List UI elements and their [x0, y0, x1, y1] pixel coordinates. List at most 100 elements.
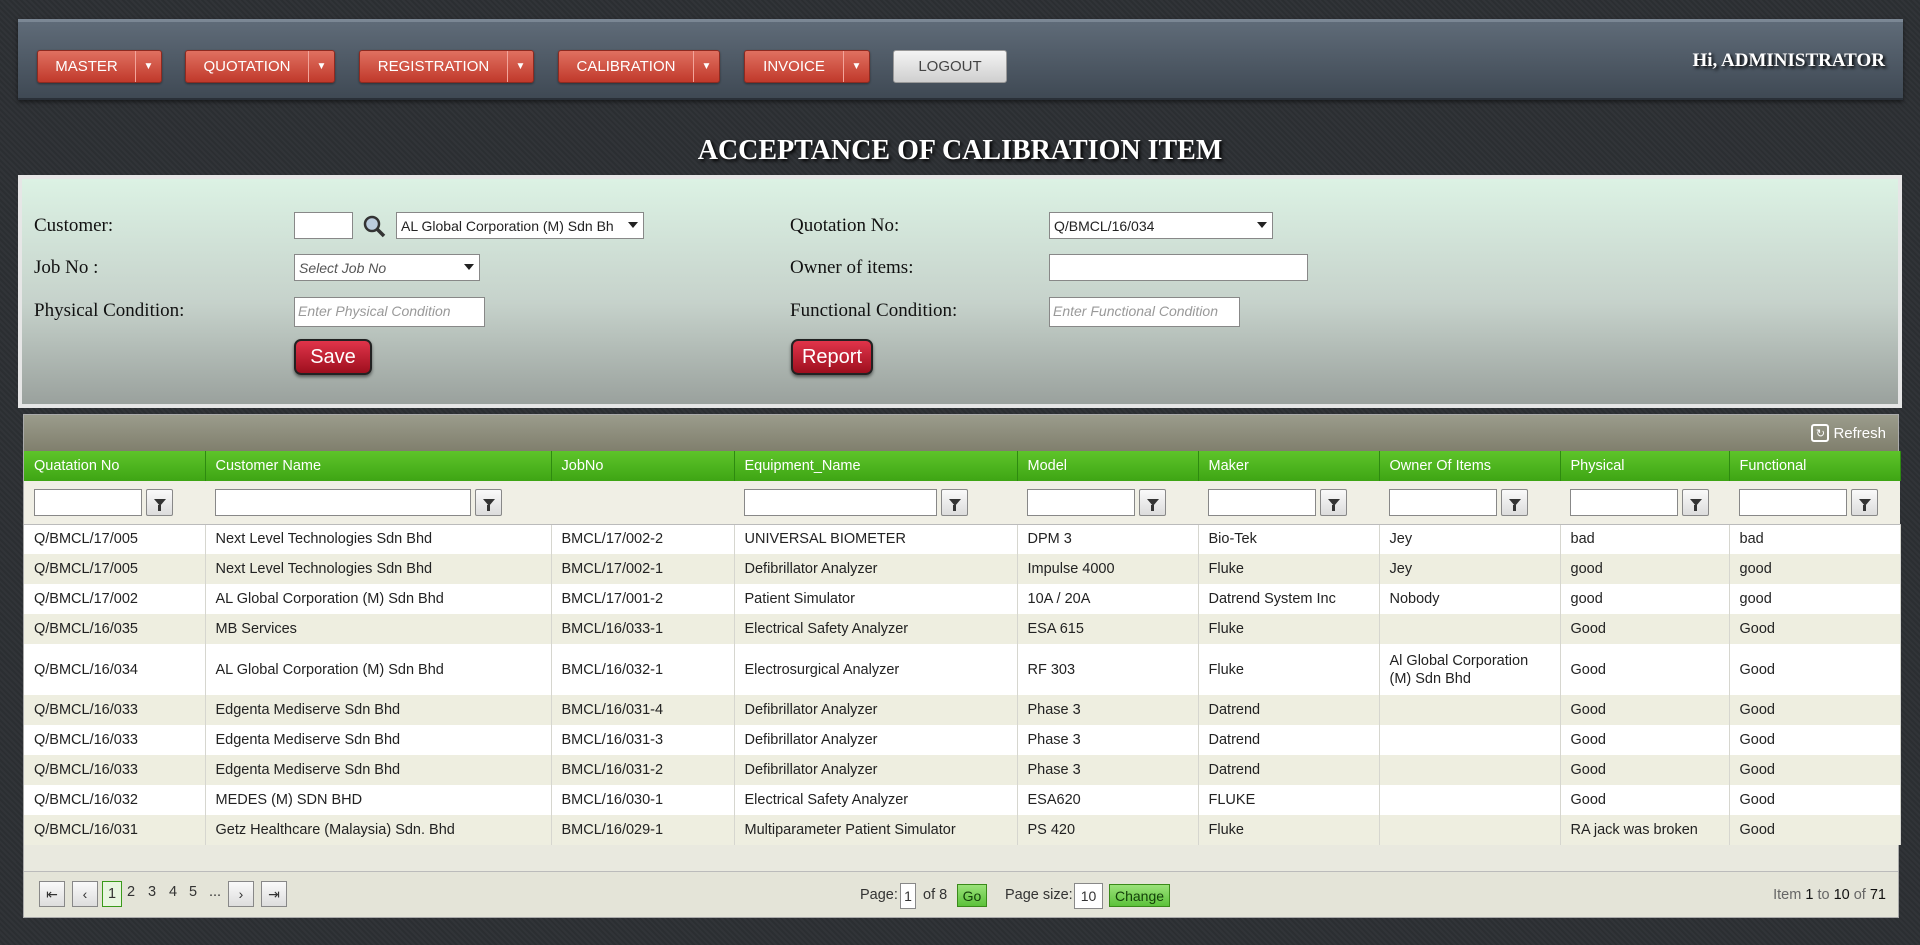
- table-cell: [1379, 695, 1561, 725]
- filter-input[interactable]: [1570, 488, 1678, 516]
- customer-select[interactable]: AL Global Corporation (M) Sdn Bh: [396, 212, 644, 239]
- acceptance-form: Customer: AL Global Corporation (M) Sdn …: [18, 175, 1902, 408]
- table-row[interactable]: Q/BMCL/16/035 MB Services BMCL/16/033-1 Ele…: [24, 614, 1901, 644]
- table-row[interactable]: Q/BMCL/16/034 AL Global Corporation (M) S…: [24, 644, 1901, 695]
- menu-registration-label: REGISTRATION: [377, 58, 490, 75]
- filter-icon[interactable]: [1501, 488, 1528, 516]
- table-cell: Good: [1560, 644, 1730, 695]
- menu-registration-button[interactable]: REGISTRATION ▼: [359, 50, 534, 83]
- item-prefix: Item: [1773, 887, 1802, 903]
- page-link[interactable]: 4: [169, 884, 177, 900]
- next-page-icon[interactable]: ›: [228, 881, 254, 907]
- logout-button[interactable]: LOGOUT: [893, 50, 1007, 83]
- change-button[interactable]: Change: [1109, 884, 1170, 907]
- column-header[interactable]: Customer Name: [205, 451, 552, 481]
- table-row[interactable]: Q/BMCL/17/002 AL Global Corporation (M) S…: [24, 584, 1901, 614]
- go-button[interactable]: Go: [957, 884, 987, 907]
- table-row[interactable]: Q/BMCL/16/033 Edgenta Mediserve Sdn Bhd BM…: [24, 695, 1901, 725]
- report-button[interactable]: Report: [791, 339, 873, 375]
- table-cell: Good: [1729, 815, 1901, 845]
- column-header[interactable]: Physical: [1560, 451, 1730, 481]
- page-link[interactable]: 2: [127, 884, 135, 900]
- table-cell: Next Level Technologies Sdn Bhd: [205, 554, 552, 584]
- filter-input[interactable]: [1027, 488, 1135, 516]
- filter-icon[interactable]: [475, 488, 502, 516]
- page-input[interactable]: 1: [900, 883, 916, 909]
- menu-master-label: MASTER: [55, 58, 118, 75]
- menu-invoice-button[interactable]: INVOICE ▼: [744, 50, 870, 83]
- table-cell: DPM 3: [1017, 524, 1199, 554]
- quotation-select[interactable]: Q/BMCL/16/034: [1049, 212, 1273, 239]
- filter-icon[interactable]: [1320, 488, 1347, 516]
- chevron-down-icon[interactable]: ▼: [135, 51, 161, 82]
- filter-input[interactable]: [215, 488, 471, 516]
- filter-input[interactable]: [744, 488, 937, 516]
- table-cell: Patient Simulator: [734, 584, 1018, 614]
- table-cell: good: [1560, 554, 1730, 584]
- prev-page-icon[interactable]: ‹: [72, 881, 98, 907]
- filter-icon[interactable]: [1851, 488, 1878, 516]
- menu-quotation-label: QUOTATION: [203, 58, 291, 75]
- chevron-down-icon[interactable]: ▼: [843, 51, 869, 82]
- table-cell: Datrend: [1198, 755, 1380, 785]
- filter-input[interactable]: [1208, 488, 1316, 516]
- menu-calibration-button[interactable]: CALIBRATION ▼: [558, 50, 720, 83]
- physical-condition-input[interactable]: Enter Physical Condition: [294, 297, 485, 327]
- filter-input[interactable]: [1739, 488, 1847, 516]
- table-row[interactable]: Q/BMCL/16/033 Edgenta Mediserve Sdn Bhd BM…: [24, 725, 1901, 755]
- table-cell: BMCL/17/002-2: [551, 524, 735, 554]
- table-row[interactable]: Q/BMCL/17/005 Next Level Technologies Sdn…: [24, 524, 1901, 554]
- filter-icon[interactable]: [146, 488, 173, 516]
- table-cell: Phase 3: [1017, 725, 1199, 755]
- table-cell: Getz Healthcare (Malaysia) Sdn. Bhd: [205, 815, 552, 845]
- column-header[interactable]: Maker: [1198, 451, 1380, 481]
- functional-condition-input[interactable]: Enter Functional Condition: [1049, 297, 1240, 327]
- table-cell: Good: [1729, 725, 1901, 755]
- page-link[interactable]: 3: [148, 884, 156, 900]
- filter-icon[interactable]: [941, 488, 968, 516]
- search-icon[interactable]: [362, 214, 386, 238]
- filter-icon[interactable]: [1682, 488, 1709, 516]
- page-size-input[interactable]: 10: [1074, 883, 1103, 909]
- column-header[interactable]: Owner Of Items: [1379, 451, 1561, 481]
- page-title: ACCEPTANCE OF CALIBRATION ITEM: [697, 135, 1223, 166]
- save-button[interactable]: Save: [294, 339, 372, 375]
- table-cell: Datrend: [1198, 695, 1380, 725]
- page-link[interactable]: 5: [189, 884, 197, 900]
- table-row[interactable]: Q/BMCL/16/031 Getz Healthcare (Malaysia) …: [24, 815, 1901, 845]
- table-cell: good: [1729, 554, 1901, 584]
- chevron-down-icon[interactable]: ▼: [308, 51, 334, 82]
- table-row[interactable]: Q/BMCL/16/032 MEDES (M) SDN BHD BMCL/16/03…: [24, 785, 1901, 815]
- menu-master-button[interactable]: MASTER ▼: [37, 50, 162, 83]
- jobno-select-value: Select Job No: [299, 260, 387, 276]
- table-cell: [1379, 725, 1561, 755]
- owner-input[interactable]: [1049, 254, 1308, 281]
- table-cell: good: [1560, 584, 1730, 614]
- column-header[interactable]: Quatation No: [24, 451, 206, 481]
- table-row[interactable]: Q/BMCL/17/005 Next Level Technologies Sdn…: [24, 554, 1901, 584]
- filter-input[interactable]: [34, 488, 142, 516]
- table-cell: PS 420: [1017, 815, 1199, 845]
- table-cell: good: [1729, 584, 1901, 614]
- customer-code-input[interactable]: [294, 212, 353, 239]
- table-cell: Good: [1729, 644, 1901, 695]
- column-header[interactable]: Equipment_Name: [734, 451, 1018, 481]
- column-header[interactable]: Model: [1017, 451, 1199, 481]
- first-page-icon[interactable]: ⇤: [39, 881, 65, 907]
- menu-quotation-button[interactable]: QUOTATION ▼: [185, 50, 335, 83]
- table-row[interactable]: Q/BMCL/16/033 Edgenta Mediserve Sdn Bhd BM…: [24, 755, 1901, 785]
- table-cell: Al Global Corporation (M) Sdn Bhd: [1379, 644, 1561, 695]
- table-cell: bad: [1729, 524, 1901, 554]
- filter-icon[interactable]: [1139, 488, 1166, 516]
- filter-input[interactable]: [1389, 488, 1497, 516]
- jobno-select[interactable]: Select Job No: [294, 254, 480, 281]
- refresh-button[interactable]: ↻ Refresh: [1811, 424, 1886, 442]
- column-header[interactable]: JobNo: [551, 451, 735, 481]
- page-link[interactable]: ...: [209, 884, 221, 900]
- chevron-down-icon[interactable]: ▼: [507, 51, 533, 82]
- refresh-label: Refresh: [1833, 424, 1886, 442]
- chevron-down-icon[interactable]: ▼: [693, 51, 719, 82]
- last-page-icon[interactable]: ⇥: [261, 881, 287, 907]
- column-header[interactable]: Functional: [1729, 451, 1901, 481]
- page-link[interactable]: 1: [102, 881, 122, 907]
